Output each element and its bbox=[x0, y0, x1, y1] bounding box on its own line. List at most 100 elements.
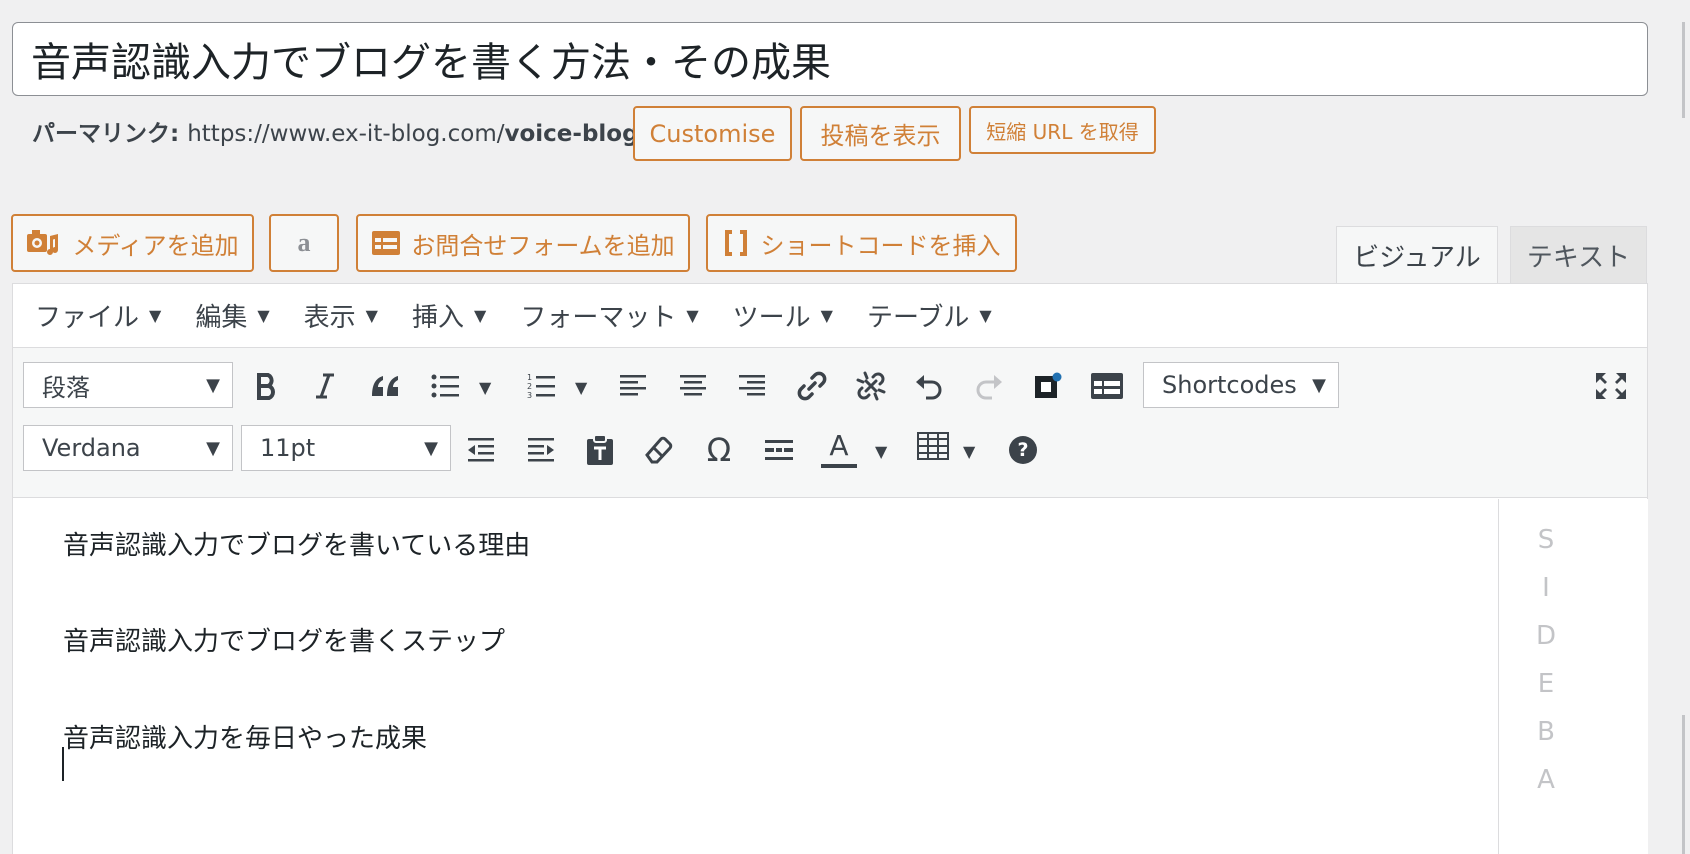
get-short-url-button[interactable]: 短縮 URL を取得 bbox=[969, 106, 1156, 154]
content-paragraph[interactable]: 音声認識入力を毎日やった成果 bbox=[63, 718, 427, 755]
special-character-icon[interactable]: Ω bbox=[697, 428, 741, 472]
unlink-icon[interactable] bbox=[849, 364, 893, 408]
sidebar-letter: E bbox=[1537, 669, 1555, 699]
text-cursor bbox=[62, 747, 64, 781]
editor-menubar: ファイル ▼ 編集 ▼ 表示 ▼ 挿入 ▼ フォーマット ▼ ツール ▼ テーブル ▼ bbox=[13, 284, 1647, 348]
clear-formatting-icon[interactable] bbox=[637, 428, 681, 472]
menu-table[interactable]: テーブル ▼ bbox=[867, 297, 992, 334]
numbered-list-caret[interactable]: ▼ bbox=[575, 378, 587, 397]
add-media-button[interactable]: メディアを追加 bbox=[11, 214, 254, 272]
shortcode-brackets-icon bbox=[723, 228, 749, 258]
text-color-icon[interactable]: A bbox=[817, 428, 861, 472]
menu-insert[interactable]: 挿入 ▼ bbox=[412, 297, 486, 334]
menu-edit[interactable]: 編集 ▼ bbox=[195, 297, 269, 334]
indent-icon[interactable] bbox=[519, 428, 563, 472]
table-caret[interactable]: ▼ bbox=[963, 442, 975, 461]
caret-down-icon: ▼ bbox=[257, 306, 270, 325]
redo-icon bbox=[967, 364, 1011, 408]
permalink-label: パーマリンク: bbox=[32, 121, 180, 147]
editor-content[interactable]: 音声認識入力でブログを書いている理由 音声認識入力でブログを書くステップ 音声認… bbox=[13, 499, 1498, 854]
menu-table-label: テーブル bbox=[866, 303, 970, 333]
align-center-icon[interactable] bbox=[671, 364, 715, 408]
text-color-letter: A bbox=[829, 429, 849, 462]
shortcodes-select-value: Shortcodes bbox=[1162, 371, 1297, 399]
format-select[interactable]: 段落 ▼ bbox=[23, 362, 233, 408]
menu-view[interactable]: 表示 ▼ bbox=[304, 297, 378, 334]
add-contact-form-label: お問合せフォームを追加 bbox=[411, 231, 675, 260]
link-icon[interactable] bbox=[790, 364, 834, 408]
insert-shortcode-label: ショートコードを挿入 bbox=[760, 231, 1001, 260]
numbered-list-icon[interactable]: 123 bbox=[519, 364, 563, 408]
insert-shortcode-button[interactable]: ショートコードを挿入 bbox=[706, 214, 1017, 272]
align-left-icon[interactable] bbox=[611, 364, 655, 408]
font-family-select-value: Verdana bbox=[42, 434, 141, 462]
sidebar-letter: S bbox=[1537, 525, 1555, 555]
svg-text:2: 2 bbox=[527, 382, 532, 391]
caret-down-icon: ▼ bbox=[979, 306, 992, 325]
tab-visual[interactable]: ビジュアル bbox=[1336, 226, 1498, 284]
font-size-select-value: 11pt bbox=[260, 434, 316, 462]
paste-text-icon[interactable] bbox=[578, 428, 622, 472]
page-scrollbar[interactable] bbox=[1682, 715, 1685, 854]
menu-tools-label: ツール bbox=[732, 303, 811, 333]
blockquote-icon[interactable] bbox=[363, 364, 407, 408]
sidebar-panel: S I D E B A bbox=[1498, 499, 1648, 854]
align-right-icon[interactable] bbox=[730, 364, 774, 408]
shortcodes-select[interactable]: Shortcodes ▼ bbox=[1143, 362, 1339, 408]
help-symbol: ? bbox=[1017, 439, 1029, 461]
permalink-url[interactable]: https://www.ex-it-blog.com/voice-blog bbox=[187, 114, 638, 154]
caret-down-icon: ▼ bbox=[206, 438, 220, 459]
bullet-list-icon[interactable] bbox=[423, 364, 467, 408]
add-media-label: メディアを追加 bbox=[72, 231, 239, 260]
content-paragraph[interactable]: 音声認識入力でブログを書いている理由 bbox=[63, 525, 530, 562]
caret-down-icon: ▼ bbox=[474, 306, 487, 325]
sidebar-letter: A bbox=[1537, 765, 1555, 795]
menu-file[interactable]: ファイル ▼ bbox=[35, 297, 161, 334]
table-icon[interactable] bbox=[911, 424, 955, 468]
menu-edit-label: 編集 bbox=[195, 303, 248, 333]
view-post-button[interactable]: 投稿を表示 bbox=[800, 106, 961, 161]
customise-button[interactable]: Customise bbox=[633, 106, 792, 161]
outdent-icon[interactable] bbox=[459, 428, 503, 472]
font-family-select[interactable]: Verdana ▼ bbox=[23, 425, 233, 471]
help-icon[interactable]: ? bbox=[1001, 428, 1045, 472]
horizontal-rule-icon[interactable] bbox=[757, 428, 801, 472]
form-table-icon[interactable] bbox=[1085, 364, 1129, 408]
caret-down-icon: ▼ bbox=[424, 438, 438, 459]
sidebar-letter: D bbox=[1535, 621, 1557, 651]
permalink-slug: voice-blog bbox=[504, 121, 639, 147]
caret-down-icon: ▼ bbox=[149, 306, 162, 325]
caret-down-icon: ▼ bbox=[820, 306, 833, 325]
caret-down-icon: ▼ bbox=[1312, 375, 1326, 396]
caret-down-icon: ▼ bbox=[365, 306, 378, 325]
permalink-row: パーマリンク: https://www.ex-it-blog.com/voice… bbox=[32, 114, 639, 174]
form-icon bbox=[371, 230, 401, 256]
content-paragraph[interactable]: 音声認識入力でブログを書くステップ bbox=[63, 621, 505, 658]
font-size-select[interactable]: 11pt ▼ bbox=[241, 425, 451, 471]
svg-text:1: 1 bbox=[527, 373, 532, 382]
menu-file-label: ファイル bbox=[35, 303, 140, 333]
add-contact-form-button[interactable]: お問合せフォームを追加 bbox=[356, 214, 690, 272]
format-select-value: 段落 bbox=[42, 373, 90, 402]
bullet-list-caret[interactable]: ▼ bbox=[479, 378, 491, 397]
post-title-input[interactable] bbox=[12, 22, 1648, 96]
plugin-logo-icon[interactable] bbox=[1026, 364, 1070, 408]
sidebar-letter: I bbox=[1542, 573, 1550, 603]
fullscreen-icon[interactable] bbox=[1589, 364, 1633, 408]
bold-icon[interactable] bbox=[245, 364, 289, 408]
sidebar-letter: B bbox=[1537, 717, 1555, 747]
italic-icon[interactable] bbox=[303, 364, 347, 408]
amazon-button[interactable]: a bbox=[269, 214, 339, 272]
undo-icon[interactable] bbox=[907, 364, 951, 408]
text-color-caret[interactable]: ▼ bbox=[875, 442, 887, 461]
tab-text[interactable]: テキスト bbox=[1510, 226, 1647, 284]
menu-tools[interactable]: ツール ▼ bbox=[733, 297, 833, 334]
menu-format-label: フォーマット bbox=[520, 303, 677, 333]
editor-toolbar: 段落 ▼ ▼ 123 ▼ Shortcodes ▼ Verdana ▼ 11pt… bbox=[13, 348, 1647, 498]
menu-format[interactable]: フォーマット ▼ bbox=[520, 297, 698, 334]
page-scrollbar[interactable] bbox=[1682, 22, 1685, 118]
caret-down-icon: ▼ bbox=[686, 306, 699, 325]
media-icon bbox=[26, 228, 60, 258]
amazon-icon: a bbox=[297, 228, 311, 257]
svg-text:3: 3 bbox=[527, 391, 532, 400]
